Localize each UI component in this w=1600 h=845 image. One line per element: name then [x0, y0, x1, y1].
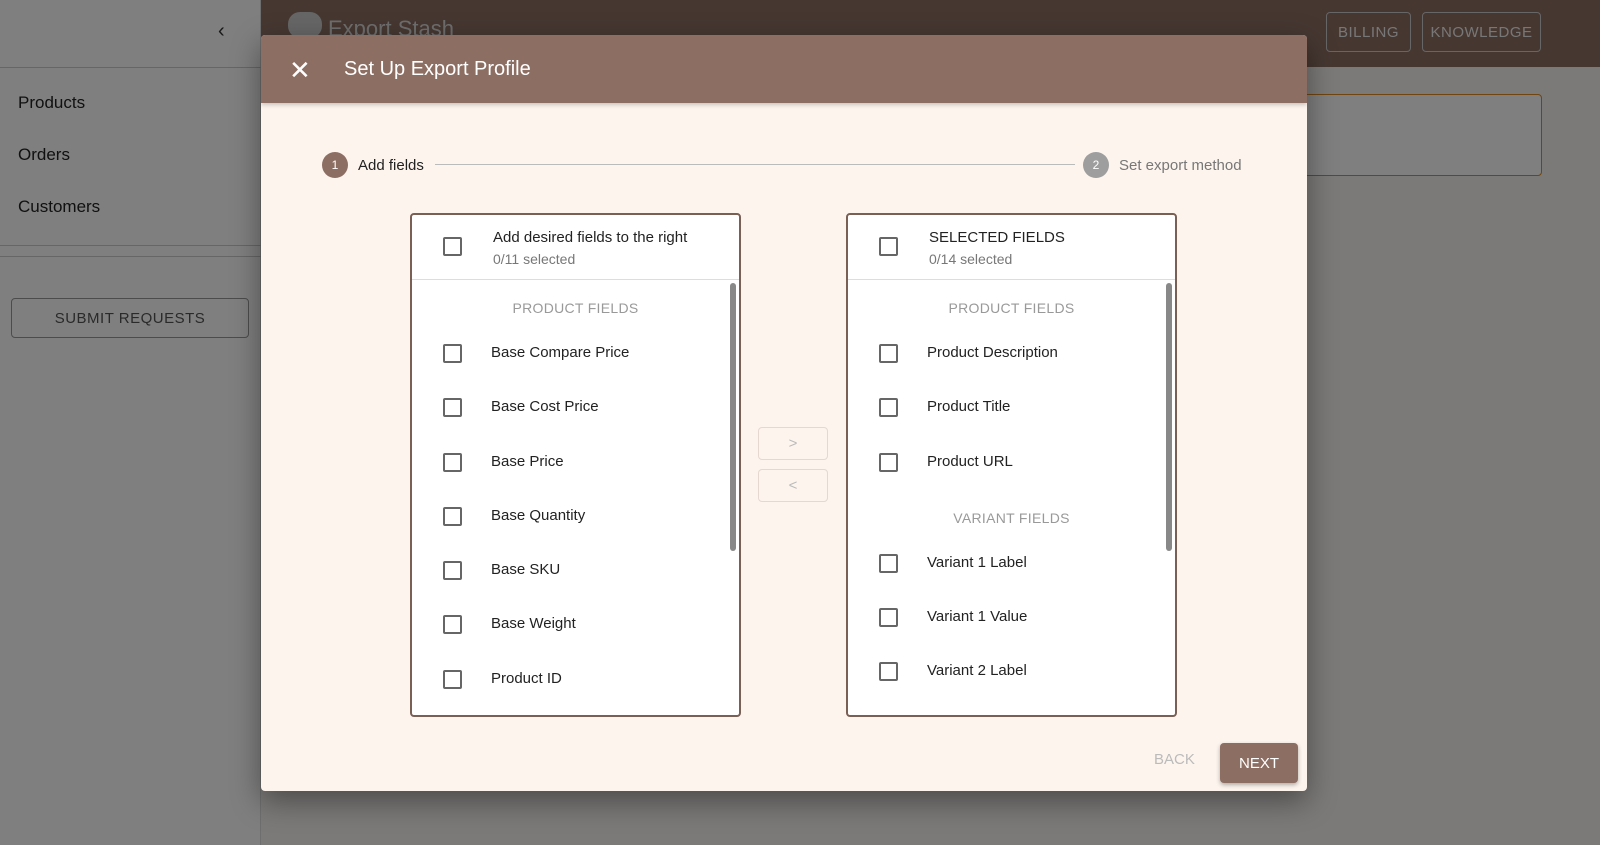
list-item[interactable]: Base Quantity — [412, 490, 739, 544]
list-item[interactable]: Variant 1 Label — [848, 537, 1175, 591]
list-title: SELECTED FIELDS — [929, 229, 1065, 246]
scrollbar[interactable] — [1166, 283, 1172, 551]
step-label: Add fields — [358, 156, 424, 174]
list-header: Add desired fields to the right 0/11 sel… — [412, 215, 739, 280]
checkbox[interactable] — [443, 452, 462, 472]
back-button[interactable]: BACK — [1154, 751, 1195, 768]
export-profile-dialog: ✕ Set Up Export Profile 1 Add fields 2 S… — [261, 35, 1307, 791]
list-item[interactable]: Base SKU — [412, 544, 739, 598]
list-item[interactable]: Product URL — [848, 436, 1175, 490]
list-item[interactable]: Product ID — [412, 653, 739, 707]
field-label: Variant 1 Value — [927, 608, 1028, 626]
dialog-header: ✕ Set Up Export Profile — [261, 35, 1307, 103]
field-label: Product Description — [927, 344, 1058, 361]
checkbox[interactable] — [443, 561, 462, 581]
checkbox[interactable] — [879, 452, 898, 472]
section-header: VARIANT FIELDS — [953, 509, 1070, 526]
select-all-checkbox[interactable] — [443, 237, 462, 256]
list-item[interactable]: Base Cost Price — [412, 381, 739, 435]
move-right-button[interactable]: > — [758, 427, 828, 460]
checkbox[interactable] — [443, 398, 462, 418]
close-icon[interactable]: ✕ — [289, 55, 311, 86]
selected-count: 0/14 selected — [929, 251, 1013, 267]
list-item[interactable]: Base Weight — [412, 598, 739, 652]
checkbox[interactable] — [879, 608, 898, 628]
step-1: 1 Add fields — [322, 152, 424, 178]
next-button[interactable]: NEXT — [1220, 743, 1298, 783]
field-label: Base Weight — [491, 615, 576, 633]
step-2: 2 Set export method — [1083, 152, 1242, 178]
select-all-checkbox[interactable] — [879, 237, 898, 256]
list-header: SELECTED FIELDS 0/14 selected — [848, 215, 1175, 280]
field-label: Product Title — [927, 398, 1011, 416]
checkbox[interactable] — [879, 662, 898, 682]
move-left-button[interactable]: < — [758, 469, 828, 502]
checkbox[interactable] — [879, 553, 898, 573]
field-label: Variant 2 Label — [927, 662, 1027, 680]
field-label: Base Compare Price — [491, 344, 630, 361]
checkbox[interactable] — [879, 344, 898, 363]
checkbox[interactable] — [443, 506, 462, 526]
list-item[interactable]: Product Title — [848, 381, 1175, 435]
scrollbar[interactable] — [730, 283, 736, 551]
checkbox[interactable] — [443, 669, 462, 689]
step-label: Set export method — [1119, 156, 1242, 174]
checkbox[interactable] — [879, 398, 898, 418]
field-label: Variant 1 Label — [927, 553, 1027, 571]
list-item[interactable]: Base Compare Price — [412, 327, 739, 381]
dialog-title: Set Up Export Profile — [344, 58, 531, 80]
stepper-connector — [435, 164, 1075, 165]
field-label: Product ID — [491, 669, 562, 687]
checkbox[interactable] — [443, 344, 462, 363]
list-item[interactable]: Variant 1 Value — [848, 591, 1175, 645]
selected-fields-list: SELECTED FIELDS 0/14 selected PRODUCT FI… — [846, 213, 1177, 717]
checkbox[interactable] — [443, 615, 462, 635]
available-fields-list: Add desired fields to the right 0/11 sel… — [410, 213, 741, 717]
selected-count: 0/11 selected — [493, 251, 576, 267]
field-label: Base SKU — [491, 561, 561, 579]
section-header: PRODUCT FIELDS — [512, 300, 639, 316]
section-header: PRODUCT FIELDS — [948, 300, 1075, 316]
list-item[interactable] — [848, 700, 1175, 715]
field-label: Base Cost Price — [491, 398, 599, 416]
list-item[interactable]: Base Price — [412, 436, 739, 490]
step-number: 1 — [322, 152, 348, 178]
list-title: Add desired fields to the right — [493, 229, 688, 246]
field-label: Product URL — [927, 452, 1013, 470]
list-item[interactable]: Product Description — [848, 327, 1175, 381]
field-label: Base Price — [491, 452, 564, 470]
step-number: 2 — [1083, 152, 1109, 178]
field-label: Base Quantity — [491, 506, 586, 524]
list-item[interactable]: Variant 2 Label — [848, 645, 1175, 699]
